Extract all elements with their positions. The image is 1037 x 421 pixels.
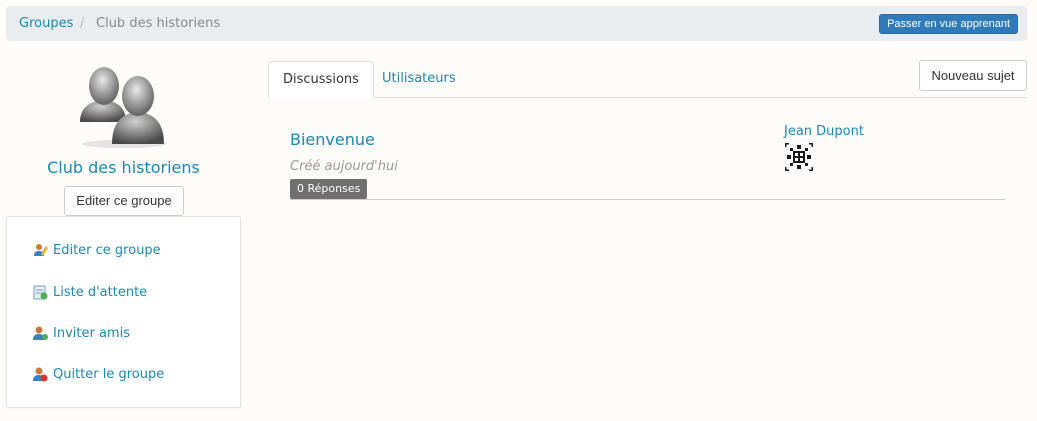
waiting-list-icon xyxy=(33,285,48,300)
topic-divider xyxy=(290,199,1005,200)
sidebar-item-label: Quitter le groupe xyxy=(53,366,165,382)
breadcrumb-current: Club des historiens xyxy=(96,16,221,31)
reply-count-badge: 0 Réponses xyxy=(290,179,368,199)
topic-title-link[interactable]: Bienvenue xyxy=(290,130,375,149)
edit-icon xyxy=(34,244,48,256)
new-topic-button[interactable]: Nouveau sujet xyxy=(919,60,1027,91)
edit-group-button[interactable]: Editer ce groupe xyxy=(64,186,184,216)
author-avatar[interactable] xyxy=(784,142,814,172)
learner-view-button[interactable]: Passer en vue apprenant xyxy=(879,14,1018,34)
author-name-link[interactable]: Jean Dupont xyxy=(784,124,864,139)
breadcrumb: Groupes / Club des historiens Passer en … xyxy=(6,6,1027,41)
breadcrumb-groups-link[interactable]: Groupes xyxy=(19,16,73,31)
sidebar-item-label: Inviter amis xyxy=(53,325,130,341)
sidebar-item-leave-group[interactable]: Quitter le groupe xyxy=(32,366,164,382)
sidebar-item-waiting-list[interactable]: Liste d'attente xyxy=(32,284,147,300)
invite-friends-icon xyxy=(33,326,48,340)
tab-bar: Discussions Utilisateurs xyxy=(268,61,1027,99)
tab-users[interactable]: Utilisateurs xyxy=(368,61,470,98)
group-name: Club des historiens xyxy=(47,158,200,177)
leave-group-icon xyxy=(33,367,48,382)
sidebar-item-label: Editer ce groupe xyxy=(53,242,161,258)
sidebar-item-edit-group[interactable]: Editer ce groupe xyxy=(32,242,161,258)
sidebar-item-invite-friends[interactable]: Inviter amis xyxy=(32,325,130,341)
breadcrumb-separator: / xyxy=(80,16,85,31)
topic-created-date: Créé aujourd'hui xyxy=(290,159,398,174)
group-avatar-icon xyxy=(80,67,166,148)
sidebar-item-label: Liste d'attente xyxy=(53,284,148,300)
tab-discussions[interactable]: Discussions xyxy=(268,61,374,99)
